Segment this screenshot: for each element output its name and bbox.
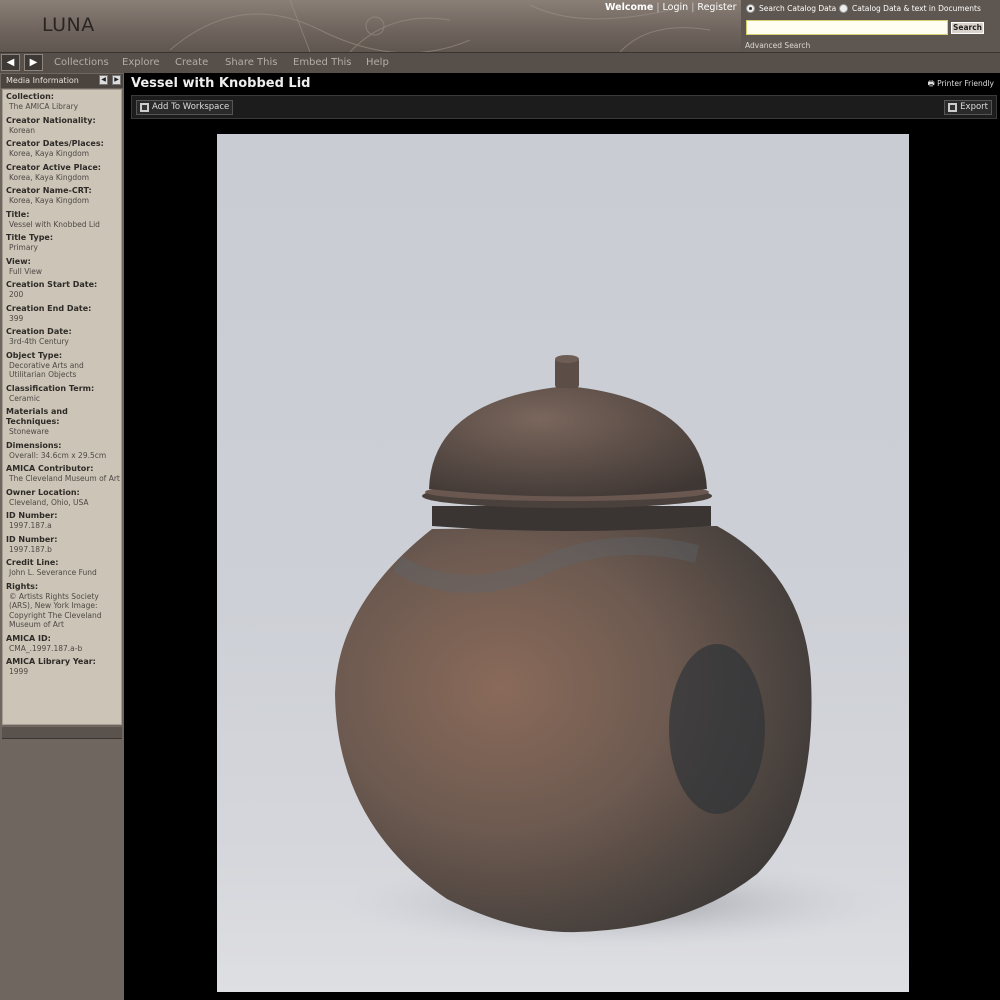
metadata-value: Overall: 34.6cm x 29.5cm bbox=[9, 450, 107, 460]
metadata-value: The Cleveland Museum of Art bbox=[9, 474, 120, 483]
metadata-label: Rights: bbox=[6, 581, 39, 591]
metadata-value: 399 bbox=[9, 313, 24, 323]
add-to-workspace-button[interactable]: Add To Workspace bbox=[136, 100, 234, 115]
metadata-label: AMICA Library Year: bbox=[6, 657, 96, 666]
search-panel: Search Catalog Data Catalog Data & text … bbox=[741, 0, 1000, 52]
export-label: Export bbox=[960, 102, 988, 112]
panel-footer bbox=[2, 727, 122, 739]
metadata-value: Korea, Kaya Kingdom bbox=[9, 172, 90, 182]
metadata-label: Title: bbox=[6, 209, 30, 219]
site-header: LUNA Welcome | Login | Register Search Catal… bbox=[0, 0, 1000, 52]
metadata-label: View: bbox=[6, 256, 31, 266]
metadata-label: ID Number: bbox=[6, 511, 58, 520]
export-button[interactable]: Export bbox=[944, 100, 992, 115]
add-to-workspace-label: Add To Workspace bbox=[152, 102, 230, 112]
media-information-panel: Media Information ◀ ▶ Collection: The AMI… bbox=[0, 73, 124, 1000]
search-input[interactable] bbox=[746, 20, 948, 35]
radio-selected-icon[interactable] bbox=[746, 4, 755, 13]
nav-share-this[interactable]: Share This bbox=[225, 57, 277, 68]
metadata-label: Creator Dates/Places: bbox=[6, 139, 104, 148]
metadata-label: Creation End Date: bbox=[6, 303, 92, 313]
metadata-label: Collection: bbox=[6, 92, 54, 101]
user-links: Welcome | Login | Register bbox=[605, 2, 737, 13]
metadata-label: ID Number: bbox=[6, 534, 58, 544]
login-link[interactable]: Login bbox=[663, 2, 689, 13]
metadata-value: Full View bbox=[9, 266, 43, 276]
panel-collapse-icon[interactable]: ◀ bbox=[99, 75, 108, 85]
luna-logo[interactable]: LUNA bbox=[42, 14, 95, 36]
metadata-label: Creator Name-CRT: bbox=[6, 186, 92, 195]
metadata-label: Title Type: bbox=[6, 233, 54, 242]
printer-friendly-link[interactable]: 🖶 Printer Friendly bbox=[928, 78, 994, 91]
radio-search-catalog-label: Search Catalog Data bbox=[759, 4, 837, 13]
metadata-label: Creator Nationality: bbox=[6, 115, 96, 125]
forward-arrow-icon[interactable]: ▶ bbox=[24, 54, 43, 71]
metadata-label: Classification Term: bbox=[6, 383, 95, 393]
metadata-label: Credit Line: bbox=[6, 558, 59, 567]
metadata-value: The AMICA Library bbox=[9, 102, 79, 111]
radio-search-documents-label: Catalog Data & text in Documents bbox=[852, 4, 981, 13]
nav-collections[interactable]: Collections bbox=[54, 57, 109, 68]
image-toolbar: Add To Workspace Export bbox=[131, 95, 997, 119]
panel-expand-icon[interactable]: ▶ bbox=[112, 75, 121, 85]
metadata-label: Dimensions: bbox=[6, 440, 62, 450]
metadata-value: Decorative Arts and Utilitarian Objects bbox=[9, 360, 84, 380]
metadata-label: Creation Date: bbox=[6, 327, 72, 336]
metadata-label: AMICA ID: bbox=[6, 633, 51, 643]
advanced-search-link[interactable]: Advanced Search bbox=[745, 41, 810, 50]
metadata-label: AMICA Contributor: bbox=[6, 464, 94, 473]
metadata-value: 1997.187.b bbox=[9, 544, 52, 554]
radio-unselected-icon[interactable] bbox=[839, 4, 848, 13]
nav-explore[interactable]: Explore bbox=[122, 57, 160, 68]
metadata-value: Vessel with Knobbed Lid bbox=[9, 219, 100, 229]
main-nav: ◀ ▶ Collections Explore Create Share Thi… bbox=[0, 52, 1000, 73]
back-arrow-icon[interactable]: ◀ bbox=[1, 54, 20, 71]
search-button[interactable]: Search bbox=[951, 22, 984, 34]
metadata-value: 1999 bbox=[9, 667, 29, 676]
metadata-value: Ceramic bbox=[9, 393, 41, 403]
metadata-value: © Artists Rights Society (ARS), New York… bbox=[9, 591, 102, 630]
metadata-label: Owner Location: bbox=[6, 487, 80, 497]
panel-header: Media Information ◀ ▶ bbox=[1, 74, 123, 88]
vessel-image bbox=[335, 355, 897, 949]
workspace-icon bbox=[140, 103, 149, 112]
nav-help[interactable]: Help bbox=[366, 57, 389, 68]
metadata-value: 3rd-4th Century bbox=[9, 337, 69, 346]
metadata-label: Creation Start Date: bbox=[6, 280, 98, 289]
metadata-label: Object Type: bbox=[6, 350, 63, 360]
metadata-value: 200 bbox=[9, 290, 24, 299]
page-title: Vessel with Knobbed Lid bbox=[131, 76, 311, 91]
metadata-value: Korea, Kaya Kingdom bbox=[9, 196, 90, 205]
panel-title: Media Information bbox=[6, 76, 79, 85]
metadata-value: John L. Severance Fund bbox=[9, 568, 97, 577]
main-content: Vessel with Knobbed Lid 🖶 Printer Friend… bbox=[124, 73, 1000, 1000]
metadata-list: Collection: The AMICA Library Creator Nati… bbox=[2, 89, 122, 725]
printer-friendly-label: Printer Friendly bbox=[937, 79, 994, 88]
welcome-text: Welcome bbox=[605, 2, 654, 13]
radio-search-catalog[interactable]: Search Catalog Data bbox=[746, 4, 836, 13]
metadata-value: Stoneware bbox=[9, 427, 49, 436]
metadata-label: Materials and Techniques: bbox=[6, 407, 68, 426]
nav-embed-this[interactable]: Embed This bbox=[293, 57, 352, 68]
nav-create[interactable]: Create bbox=[175, 57, 208, 68]
export-icon bbox=[948, 103, 958, 112]
metadata-value: Cleveland, Ohio, USA bbox=[9, 497, 89, 507]
register-link[interactable]: Register bbox=[697, 2, 736, 13]
metadata-value: Korean bbox=[9, 125, 36, 135]
radio-search-documents[interactable]: Catalog Data & text in Documents bbox=[839, 4, 981, 13]
metadata-value: Primary bbox=[9, 243, 38, 252]
printer-icon: 🖶 bbox=[927, 79, 935, 88]
metadata-value: CMA_.1997.187.a-b bbox=[9, 643, 83, 653]
metadata-label: Creator Active Place: bbox=[6, 162, 101, 172]
object-image[interactable] bbox=[217, 134, 909, 992]
metadata-value: Korea, Kaya Kingdom bbox=[9, 149, 90, 158]
metadata-value: 1997.187.a bbox=[9, 521, 52, 530]
